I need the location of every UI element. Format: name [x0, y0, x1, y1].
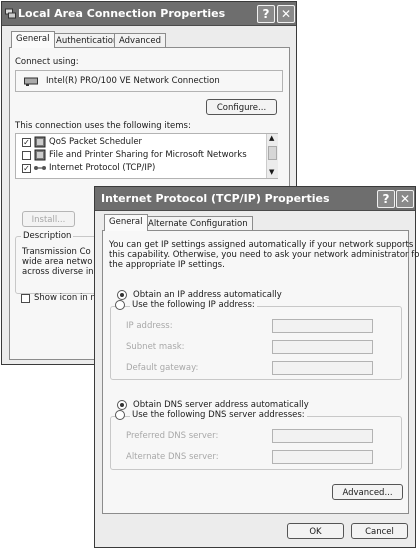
file-sharing-checkbox[interactable]	[22, 151, 31, 160]
show-icon-label[interactable]: Show icon in no	[34, 293, 101, 303]
cancel-button[interactable]: Cancel	[351, 523, 408, 539]
tcpip-label[interactable]: Internet Protocol (TCP/IP)	[49, 163, 155, 173]
file-sharing-icon	[34, 149, 46, 161]
preferred-dns-field[interactable]	[272, 429, 373, 443]
network-connection-icon	[5, 8, 16, 19]
tcpip-properties-window: Internet Protocol (TCP/IP) Properties ? …	[94, 186, 420, 548]
adapter-name: Intel(R) PRO/100 VE Network Connection	[46, 76, 220, 86]
qos-label[interactable]: QoS Packet Scheduler	[49, 137, 142, 147]
install-button[interactable]: Install...	[22, 211, 75, 227]
ip-address-label: IP address:	[126, 321, 173, 331]
default-gateway-field[interactable]	[272, 361, 373, 375]
lan-title-bar[interactable]: Local Area Connection Properties ? ✕	[2, 2, 296, 26]
tcpip-close-button[interactable]: ✕	[396, 190, 414, 208]
subnet-mask-field[interactable]	[272, 340, 373, 354]
protocol-icon	[34, 166, 46, 170]
lan-tab-authentication[interactable]: Authentication	[51, 33, 124, 48]
lan-close-button[interactable]: ✕	[277, 5, 295, 23]
lan-window-title: Local Area Connection Properties	[18, 7, 226, 20]
lan-tab-general[interactable]: General	[11, 31, 55, 48]
alternate-dns-label: Alternate DNS server:	[126, 452, 219, 462]
ok-button[interactable]: OK	[287, 523, 344, 539]
connect-using-label: Connect using:	[15, 57, 79, 67]
lan-tab-advanced[interactable]: Advanced	[114, 33, 166, 48]
default-gateway-label: Default gateway:	[126, 363, 199, 373]
tcpip-title-bar[interactable]: Internet Protocol (TCP/IP) Properties ? …	[95, 187, 415, 211]
items-label: This connection uses the following items…	[15, 121, 191, 131]
use-ip-radio[interactable]	[115, 300, 125, 310]
intro-line-1: You can get IP settings assigned automat…	[109, 240, 414, 250]
qos-checkbox[interactable]: ✓	[22, 138, 31, 147]
adapter-box: Intel(R) PRO/100 VE Network Connection	[15, 70, 283, 92]
use-dns-label[interactable]: Use the following DNS server addresses:	[130, 410, 307, 420]
tcpip-tab-general[interactable]: General	[104, 214, 148, 231]
description-line-3: across diverse in	[22, 267, 94, 277]
obtain-ip-radio[interactable]	[117, 290, 127, 300]
network-adapter-icon	[24, 77, 38, 86]
description-label: Description	[21, 231, 74, 241]
description-line-2: wide area netwo	[22, 257, 93, 267]
intro-line-2: this capability. Otherwise, you need to …	[109, 250, 420, 260]
obtain-dns-label[interactable]: Obtain DNS server address automatically	[133, 400, 309, 410]
alternate-dns-field[interactable]	[272, 450, 373, 464]
use-dns-radio[interactable]	[115, 410, 125, 420]
preferred-dns-label: Preferred DNS server:	[126, 431, 219, 441]
components-list[interactable]: ✓ QoS Packet Scheduler File and Printer …	[15, 133, 278, 179]
configure-button[interactable]: Configure...	[206, 99, 277, 115]
intro-line-3: the appropriate IP settings.	[109, 260, 225, 270]
advanced-button[interactable]: Advanced...	[332, 484, 403, 500]
scroll-thumb[interactable]	[268, 146, 277, 160]
scroll-down-icon[interactable]: ▼	[269, 168, 274, 176]
lan-help-button[interactable]: ?	[257, 5, 275, 23]
file-sharing-label[interactable]: File and Printer Sharing for Microsoft N…	[49, 150, 247, 160]
obtain-ip-label[interactable]: Obtain an IP address automatically	[133, 290, 282, 300]
scroll-up-icon[interactable]: ▲	[269, 134, 274, 142]
qos-service-icon	[34, 136, 46, 148]
tcpip-help-button[interactable]: ?	[377, 190, 395, 208]
tcpip-window-title: Internet Protocol (TCP/IP) Properties	[101, 192, 330, 205]
description-line-1: Transmission Co	[22, 247, 91, 257]
use-ip-label[interactable]: Use the following IP address:	[130, 300, 257, 310]
tcpip-tab-alternate-configuration[interactable]: Alternate Configuration	[143, 216, 253, 231]
ip-address-field[interactable]	[272, 319, 373, 333]
list-scrollbar[interactable]: ▲ ▼	[266, 134, 278, 178]
show-icon-checkbox[interactable]	[21, 294, 30, 303]
obtain-dns-radio[interactable]	[117, 400, 127, 410]
tcpip-general-panel: You can get IP settings assigned automat…	[102, 230, 420, 514]
subnet-mask-label: Subnet mask:	[126, 342, 185, 352]
tcpip-checkbox[interactable]: ✓	[22, 164, 31, 173]
